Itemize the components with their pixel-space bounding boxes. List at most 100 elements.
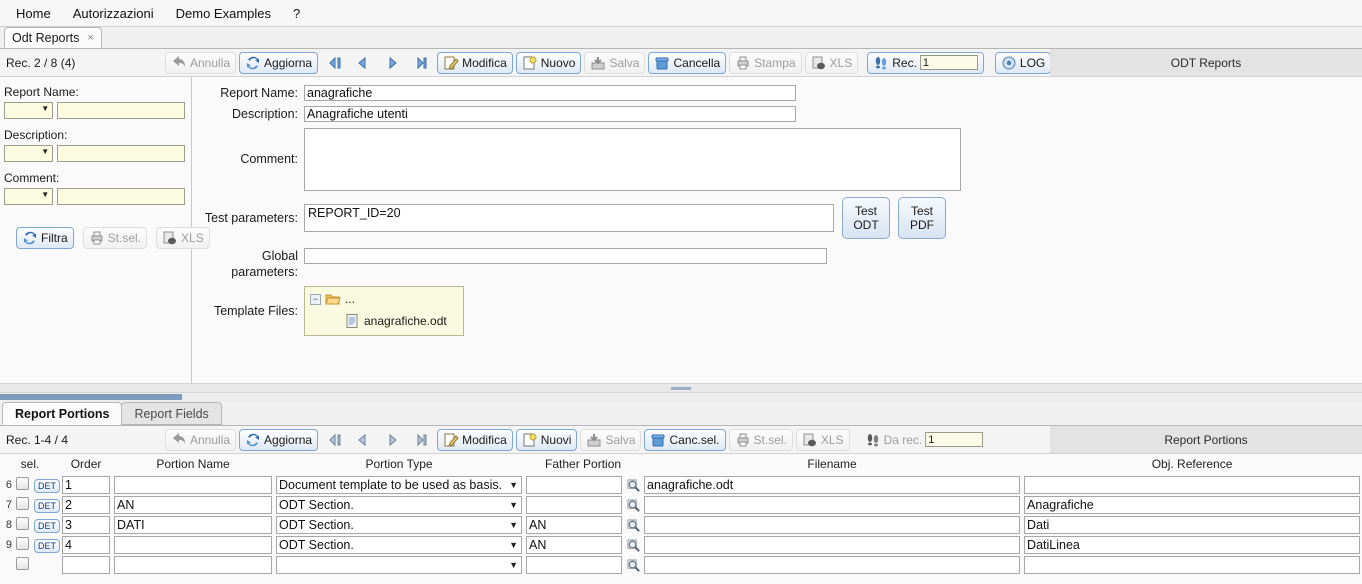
save-button[interactable]: Salva — [584, 51, 646, 74]
grid-next-record-button[interactable] — [379, 429, 405, 451]
next-record-button[interactable] — [379, 52, 405, 74]
menu-item-home[interactable]: Home — [6, 2, 61, 25]
search-lookup-icon[interactable] — [626, 518, 641, 533]
xls-export-button[interactable]: XLS — [804, 51, 859, 74]
first-record-button[interactable] — [321, 52, 347, 74]
refresh-button[interactable]: Aggiorna — [239, 51, 319, 74]
form-scrollbar-thumb[interactable] — [0, 394, 182, 400]
tab-report-fields[interactable]: Report Fields — [121, 402, 222, 425]
table-row[interactable]: 7 DET 2 AN ODT Section. ▼ Anagrafiche — [0, 495, 1362, 515]
cell-filename[interactable]: anagrafiche.odt — [644, 476, 1021, 494]
row-detail-cell[interactable]: DET — [32, 515, 60, 535]
print-button[interactable]: Stampa — [729, 51, 802, 74]
log-button[interactable]: LOG — [994, 51, 1052, 74]
collapse-toggle-icon[interactable]: − — [310, 293, 321, 305]
chevron-down-icon[interactable]: ▼ — [509, 497, 518, 513]
row-checkbox[interactable] — [16, 477, 29, 490]
cell-order[interactable] — [62, 556, 111, 574]
cell-filename[interactable] — [644, 536, 1021, 554]
row-checkbox[interactable] — [16, 497, 29, 510]
row-select-cell[interactable] — [14, 555, 32, 575]
last-record-button[interactable] — [408, 52, 434, 74]
cell-obj-reference[interactable]: Dati — [1024, 516, 1361, 534]
row-detail-cell[interactable]: DET — [32, 475, 60, 495]
cell-order[interactable]: 1 — [62, 476, 111, 494]
row-detail-cell[interactable]: DET — [32, 495, 60, 515]
cell-order[interactable]: 2 — [62, 496, 111, 514]
cell-portion-name[interactable] — [114, 536, 273, 554]
grid-delete-selected-button[interactable]: Canc.sel. — [644, 428, 726, 451]
filter-input-comment[interactable] — [57, 188, 185, 205]
cell-father-portion[interactable] — [526, 476, 623, 494]
grid-refresh-button[interactable]: Aggiorna — [239, 428, 319, 451]
row-checkbox[interactable] — [16, 537, 29, 550]
grid-print-selected-button[interactable]: St.sel. — [728, 428, 793, 451]
cell-father-portion[interactable]: AN — [526, 536, 623, 554]
filter-operator-report-name[interactable] — [4, 102, 54, 119]
cell-order[interactable]: 3 — [62, 516, 111, 534]
cell-filename[interactable] — [644, 556, 1021, 574]
chevron-down-icon[interactable]: ▼ — [509, 517, 518, 533]
search-lookup-icon[interactable] — [626, 558, 641, 573]
grid-new-button[interactable]: Nuovi — [515, 428, 578, 451]
cell-portion-name[interactable] — [114, 556, 273, 574]
filter-input-report-name[interactable] — [57, 102, 185, 119]
cell-portion-type[interactable]: ▼ — [276, 556, 523, 574]
cell-portion-type[interactable]: ODT Section. ▼ — [276, 496, 523, 514]
new-button[interactable]: Nuovo — [515, 51, 582, 74]
edit-button[interactable]: Modifica — [437, 51, 513, 74]
table-row-new[interactable]: ▼ — [0, 555, 1362, 575]
cell-obj-reference[interactable]: Anagrafiche — [1024, 496, 1361, 514]
row-detail-button[interactable]: DET — [34, 538, 60, 553]
tree-root-row[interactable]: − ... — [310, 291, 458, 307]
table-row[interactable]: 8 DET 3 DATI ODT Section. ▼ AN Dati — [0, 515, 1362, 535]
grid-first-record-button[interactable] — [321, 429, 347, 451]
chevron-down-icon[interactable]: ▼ — [509, 477, 518, 493]
cell-portion-name[interactable]: DATI — [114, 516, 273, 534]
filter-print-selected-button[interactable]: St.sel. — [82, 227, 148, 249]
tab-report-portions[interactable]: Report Portions — [2, 402, 123, 425]
filter-input-description[interactable] — [57, 145, 185, 162]
row-select-cell[interactable] — [14, 515, 32, 535]
row-detail-button[interactable]: DET — [34, 478, 60, 493]
search-lookup-icon[interactable] — [626, 478, 641, 493]
cell-obj-reference[interactable] — [1024, 556, 1361, 574]
cell-lookup[interactable] — [624, 515, 642, 535]
row-detail-button[interactable]: DET — [34, 518, 60, 533]
splitter-grip[interactable] — [671, 386, 691, 390]
description-input[interactable]: Anagrafiche utenti — [304, 106, 796, 122]
table-row[interactable]: 6 DET 1 Document template to be used as … — [0, 475, 1362, 495]
row-select-cell[interactable] — [14, 535, 32, 555]
tab-odt-reports[interactable]: Odt Reports × — [4, 27, 102, 48]
row-checkbox[interactable] — [16, 557, 29, 570]
cell-father-portion[interactable]: AN — [526, 516, 623, 534]
cell-lookup[interactable] — [624, 555, 642, 575]
chevron-down-icon[interactable]: ▼ — [509, 557, 518, 573]
report-name-input[interactable]: anagrafiche — [304, 85, 796, 101]
cell-lookup[interactable] — [624, 535, 642, 555]
grid-xls-button[interactable]: XLS — [795, 428, 850, 451]
undo-button[interactable]: Annulla — [165, 51, 237, 74]
row-checkbox[interactable] — [16, 517, 29, 530]
test-parameters-textarea[interactable]: REPORT_ID=20 — [304, 204, 834, 232]
filter-operator-description[interactable] — [4, 145, 54, 162]
cell-father-portion[interactable] — [526, 556, 623, 574]
global-parameters-input[interactable] — [304, 248, 827, 264]
filter-operator-comment[interactable] — [4, 188, 54, 205]
grid-save-button[interactable]: Salva — [580, 428, 642, 451]
test-pdf-button[interactable]: Test PDF — [898, 197, 946, 239]
search-lookup-icon[interactable] — [626, 498, 641, 513]
grid-goto-record-input[interactable]: 1 — [925, 432, 984, 447]
goto-record-group[interactable]: Rec. 1 — [867, 51, 984, 74]
grid-goto-record-group[interactable]: Da rec. 1 — [859, 429, 990, 451]
cell-portion-type[interactable]: ODT Section. ▼ — [276, 536, 523, 554]
grid-undo-button[interactable]: Annulla — [165, 428, 237, 451]
panel-splitter[interactable] — [0, 383, 1362, 393]
cell-obj-reference[interactable] — [1024, 476, 1361, 494]
cell-portion-type[interactable]: ODT Section. ▼ — [276, 516, 523, 534]
filter-apply-button[interactable]: Filtra — [16, 227, 74, 249]
search-lookup-icon[interactable] — [626, 538, 641, 553]
test-odt-button[interactable]: Test ODT — [842, 197, 890, 239]
menu-item-autorizzazioni[interactable]: Autorizzazioni — [63, 2, 164, 25]
cell-obj-reference[interactable]: DatiLinea — [1024, 536, 1361, 554]
